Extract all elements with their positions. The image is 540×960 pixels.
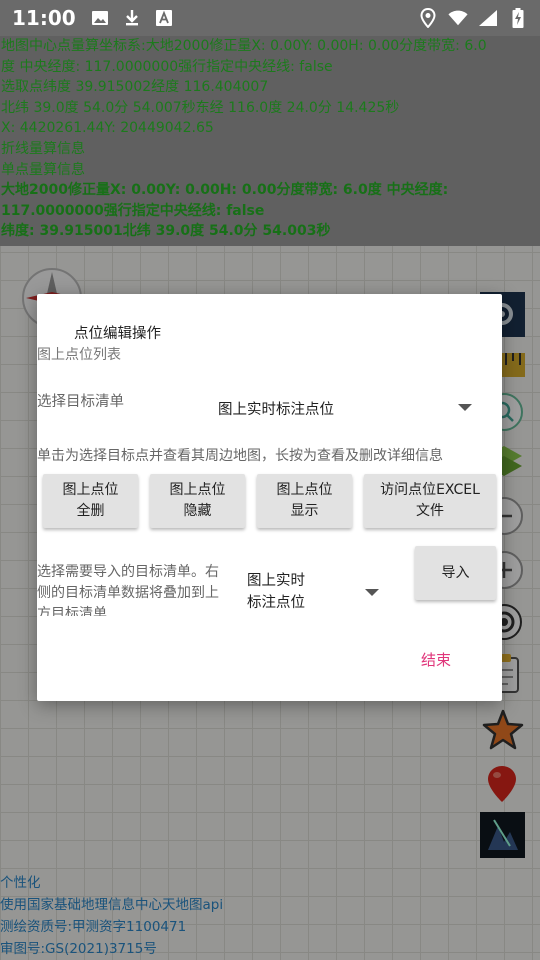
show-points-button[interactable]: 图上点位 显示 <box>257 474 352 528</box>
import-button[interactable]: 导入 <box>415 546 496 600</box>
list-hint: 单击为选择目标点并查看其周边地图，长按为查看及删改详细信息 <box>37 448 443 464</box>
chevron-down-icon[interactable] <box>458 404 472 411</box>
location-pin-icon <box>418 8 438 28</box>
end-button[interactable]: 结束 <box>421 649 451 670</box>
font-a-icon <box>154 8 174 28</box>
image-icon <box>90 8 110 28</box>
status-bar: 11:00 <box>0 0 540 36</box>
signal-icon <box>478 8 498 28</box>
hide-points-button[interactable]: 图上点位 隐藏 <box>150 474 245 528</box>
import-list-select[interactable]: 图上实时 标注点位 <box>247 570 305 614</box>
dialog-subtitle: 图上点位列表 <box>37 347 121 363</box>
download-icon <box>122 8 142 28</box>
import-list-label: 选择需要导入的目标清单。右侧的目标清单数据将叠加到上方目标清单 <box>37 564 219 616</box>
battery-charging-icon <box>508 8 528 28</box>
target-list-label: 选择目标清单 <box>37 394 124 410</box>
chevron-down-icon[interactable] <box>365 589 379 596</box>
point-edit-dialog: 点位编辑操作 图上点位列表 选择目标清单 图上实时标注点位 单击为选择目标点并查… <box>37 294 502 701</box>
status-time: 11:00 <box>12 6 76 30</box>
dialog-title: 点位编辑操作 <box>74 326 161 342</box>
delete-all-points-button[interactable]: 图上点位 全删 <box>43 474 138 528</box>
target-list-select[interactable]: 图上实时标注点位 <box>218 398 334 419</box>
open-excel-button[interactable]: 访问点位EXCEL 文件 <box>364 474 496 528</box>
wifi-icon <box>448 8 468 28</box>
